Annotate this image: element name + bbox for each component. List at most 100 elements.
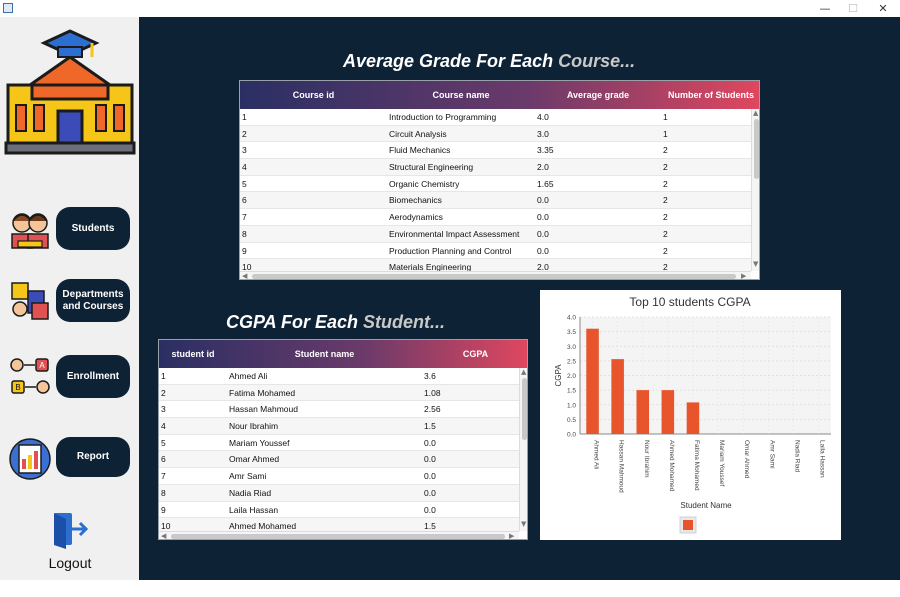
course-cell: 2 bbox=[663, 195, 668, 206]
course-cell: 2 bbox=[663, 178, 668, 189]
course-cell: 4.0 bbox=[537, 112, 549, 122]
course-cell: Fluid Mechanics bbox=[389, 145, 451, 156]
student-cell: 1.5 bbox=[424, 521, 436, 531]
departments-courses-button[interactable]: Departments and Courses bbox=[56, 279, 130, 322]
course-vscrollbar[interactable]: ▲ ▼ bbox=[751, 109, 759, 271]
course-col-name[interactable]: Course name bbox=[387, 81, 535, 109]
course-hscroll-thumb[interactable] bbox=[252, 274, 736, 279]
report-icon bbox=[9, 438, 51, 480]
course-table: Course id Course name Average grade Numb… bbox=[239, 80, 760, 280]
x-tick-label: Ahmed Mohamed bbox=[668, 440, 675, 492]
course-row[interactable]: 4 Structural Engineering 2.0 2 bbox=[240, 159, 751, 176]
student-row[interactable]: 1 Ahmed Ali 3.6 bbox=[159, 368, 519, 385]
student-row[interactable]: 5 Mariam Youssef 0.0 bbox=[159, 435, 519, 452]
student-row[interactable]: 4 Nour Ibrahim 1.5 bbox=[159, 418, 519, 435]
student-cell: Hassan Mahmoud bbox=[229, 404, 298, 415]
close-button[interactable]: ✕ bbox=[868, 1, 898, 16]
course-row[interactable]: 9 Production Planning and Control 0.0 2 bbox=[240, 243, 751, 260]
course-row[interactable]: 5 Organic Chemistry 1.65 2 bbox=[240, 176, 751, 193]
course-cell: 3.35 bbox=[537, 145, 554, 156]
student-row[interactable]: 3 Hassan Mahmoud 2.56 bbox=[159, 401, 519, 419]
course-cell: Organic Chemistry bbox=[389, 178, 460, 189]
student-cell: Ahmed Mohamed bbox=[229, 521, 297, 531]
course-vscroll-thumb[interactable] bbox=[754, 119, 759, 179]
university-logo bbox=[4, 29, 136, 155]
course-cell: 8 bbox=[242, 228, 247, 239]
course-section-title: Average Grade For Each Course... bbox=[343, 51, 635, 72]
course-cell: 2 bbox=[663, 162, 668, 173]
student-col-name[interactable]: Student name bbox=[227, 340, 422, 368]
course-row[interactable]: 7 Aerodynamics 0.0 2 bbox=[240, 209, 751, 226]
cgpa-chart-panel: Top 10 students CGPA 0.0 0.5 1.0 1.5 2.0 2.5 3.… bbox=[540, 290, 841, 540]
course-cell: Environmental Impact Assessment bbox=[389, 228, 520, 239]
student-cell: 4 bbox=[161, 421, 166, 432]
student-title-fade: Student... bbox=[363, 312, 446, 332]
student-cell: 2 bbox=[161, 387, 166, 398]
course-hscrollbar[interactable]: ◀ ▶ bbox=[240, 271, 751, 279]
student-cell: Laila Hassan bbox=[229, 504, 279, 515]
course-col-id[interactable]: Course id bbox=[240, 81, 387, 109]
course-cell: Structural Engineering bbox=[389, 162, 474, 173]
course-cell: 1 bbox=[663, 112, 668, 122]
student-hscrollbar[interactable]: ◀ ▶ bbox=[159, 531, 519, 539]
course-cell: 9 bbox=[242, 245, 247, 256]
student-vscroll-thumb[interactable] bbox=[522, 378, 527, 440]
maximize-button[interactable]: ☐ bbox=[838, 1, 868, 16]
x-tick-label: Ahmed Ali bbox=[593, 440, 600, 469]
student-hscroll-thumb[interactable] bbox=[171, 534, 505, 539]
course-title-fade: Course... bbox=[558, 51, 636, 71]
student-table-body: 1 Ahmed Ali 3.6 2 Fatima Mohamed 1.08 3 Hassan … bbox=[159, 368, 519, 531]
course-col-grade[interactable]: Average grade bbox=[535, 81, 661, 109]
student-cell: Mariam Youssef bbox=[229, 437, 290, 448]
course-table-body: 1 Introduction to Programming 4.0 1 2 Circuit… bbox=[240, 109, 751, 272]
student-row[interactable]: 7 Amr Sami 0.0 bbox=[159, 468, 519, 485]
student-row[interactable]: 8 Nadia Riad 0.0 bbox=[159, 484, 519, 502]
course-row[interactable]: 6 Biomechanics 0.0 2 bbox=[240, 192, 751, 210]
student-cell: 3 bbox=[161, 404, 166, 415]
report-button[interactable]: Report bbox=[56, 437, 130, 477]
minimize-button[interactable]: — bbox=[810, 1, 840, 16]
student-row[interactable]: 9 Laila Hassan 0.0 bbox=[159, 502, 519, 519]
y-axis-label: CGPA bbox=[554, 364, 563, 387]
bar bbox=[611, 359, 624, 434]
course-cell: 2 bbox=[663, 145, 668, 156]
student-cell: 9 bbox=[161, 504, 166, 515]
course-row[interactable]: 1 Introduction to Programming 4.0 1 bbox=[240, 109, 751, 126]
y-tick-label: 2.0 bbox=[567, 373, 576, 380]
x-tick-label: Nadia Riad bbox=[793, 440, 800, 473]
student-cell: 1.08 bbox=[424, 387, 441, 398]
course-cell: Production Planning and Control bbox=[389, 245, 512, 256]
course-cell: 0.0 bbox=[537, 195, 549, 206]
course-table-header: Course id Course name Average grade Numb… bbox=[240, 81, 759, 109]
y-tick-label: 1.5 bbox=[567, 388, 576, 395]
logout-icon[interactable] bbox=[50, 509, 90, 549]
enrollment-button[interactable]: Enrollment bbox=[56, 355, 130, 398]
x-tick-label: Hassan Mahmoud bbox=[618, 440, 625, 493]
student-row[interactable]: 10 Ahmed Mohamed 1.5 bbox=[159, 518, 519, 531]
app-icon bbox=[3, 3, 13, 13]
chart-title: Top 10 students CGPA bbox=[629, 295, 750, 309]
student-cell: 7 bbox=[161, 471, 166, 482]
student-cell: 1 bbox=[161, 371, 166, 381]
student-vscrollbar[interactable]: ▲ ▼ bbox=[519, 368, 527, 531]
window-bottom-edge bbox=[0, 580, 900, 597]
course-cell: 0.0 bbox=[537, 212, 549, 223]
students-button[interactable]: Students bbox=[56, 207, 130, 250]
student-row[interactable]: 6 Omar Ahmed 0.0 bbox=[159, 451, 519, 469]
svg-text:B: B bbox=[15, 383, 20, 392]
course-row[interactable]: 2 Circuit Analysis 3.0 1 bbox=[240, 125, 751, 143]
student-col-id[interactable]: student id bbox=[159, 340, 227, 368]
student-row[interactable]: 2 Fatima Mohamed 1.08 bbox=[159, 384, 519, 402]
course-col-students[interactable]: Number of Students bbox=[661, 81, 759, 109]
x-tick-label: Mariam Youssef bbox=[718, 440, 725, 486]
sidebar: Students Departments and Courses A B Enr… bbox=[0, 17, 139, 580]
course-row[interactable]: 8 Environmental Impact Assessment 0.0 2 bbox=[240, 225, 751, 243]
student-col-cgpa[interactable]: CGPA bbox=[422, 340, 527, 368]
student-section-title: CGPA For Each Student... bbox=[226, 312, 445, 333]
student-cell: 0.0 bbox=[424, 437, 436, 448]
bar bbox=[636, 390, 650, 434]
course-cell: 1 bbox=[242, 112, 247, 122]
course-row[interactable]: 3 Fluid Mechanics 3.35 2 bbox=[240, 142, 751, 160]
logout-label[interactable]: Logout bbox=[30, 555, 110, 571]
app-window: — ☐ ✕ Students Departments and Courses A… bbox=[0, 0, 900, 597]
